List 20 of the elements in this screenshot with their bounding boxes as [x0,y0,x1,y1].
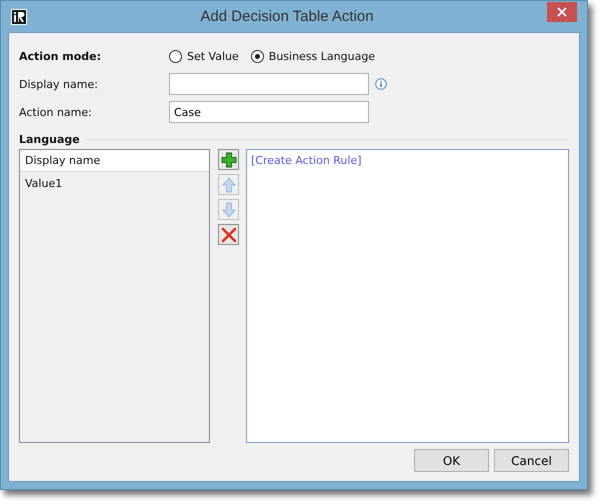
field-label: Display name: [19,78,99,90]
delete-button[interactable] [218,224,239,245]
radio-option[interactable]: Set Value [169,50,239,62]
app-logo-icon [11,8,27,24]
create-rule-link[interactable]: [Create Action Rule] [251,154,362,167]
cancel-button[interactable]: Cancel [494,449,569,472]
info-icon[interactable] [375,78,387,90]
add-button[interactable] [218,149,239,170]
display-name-field[interactable] [169,73,369,95]
close-icon[interactable] [557,7,567,17]
close-button[interactable] [547,2,577,22]
field-label: Action name: [19,106,93,118]
radio-option[interactable]: Business Language [250,50,376,62]
ok-button[interactable]: OK [414,449,489,472]
action-name-field[interactable]: Case [169,101,369,123]
column-header[interactable]: Display name [20,150,209,172]
window-title: Add Decision Table Action [199,8,375,25]
field-label: Action mode: [19,50,102,62]
section-heading: Language [19,132,80,146]
list-item[interactable]: Value1 [20,172,209,195]
